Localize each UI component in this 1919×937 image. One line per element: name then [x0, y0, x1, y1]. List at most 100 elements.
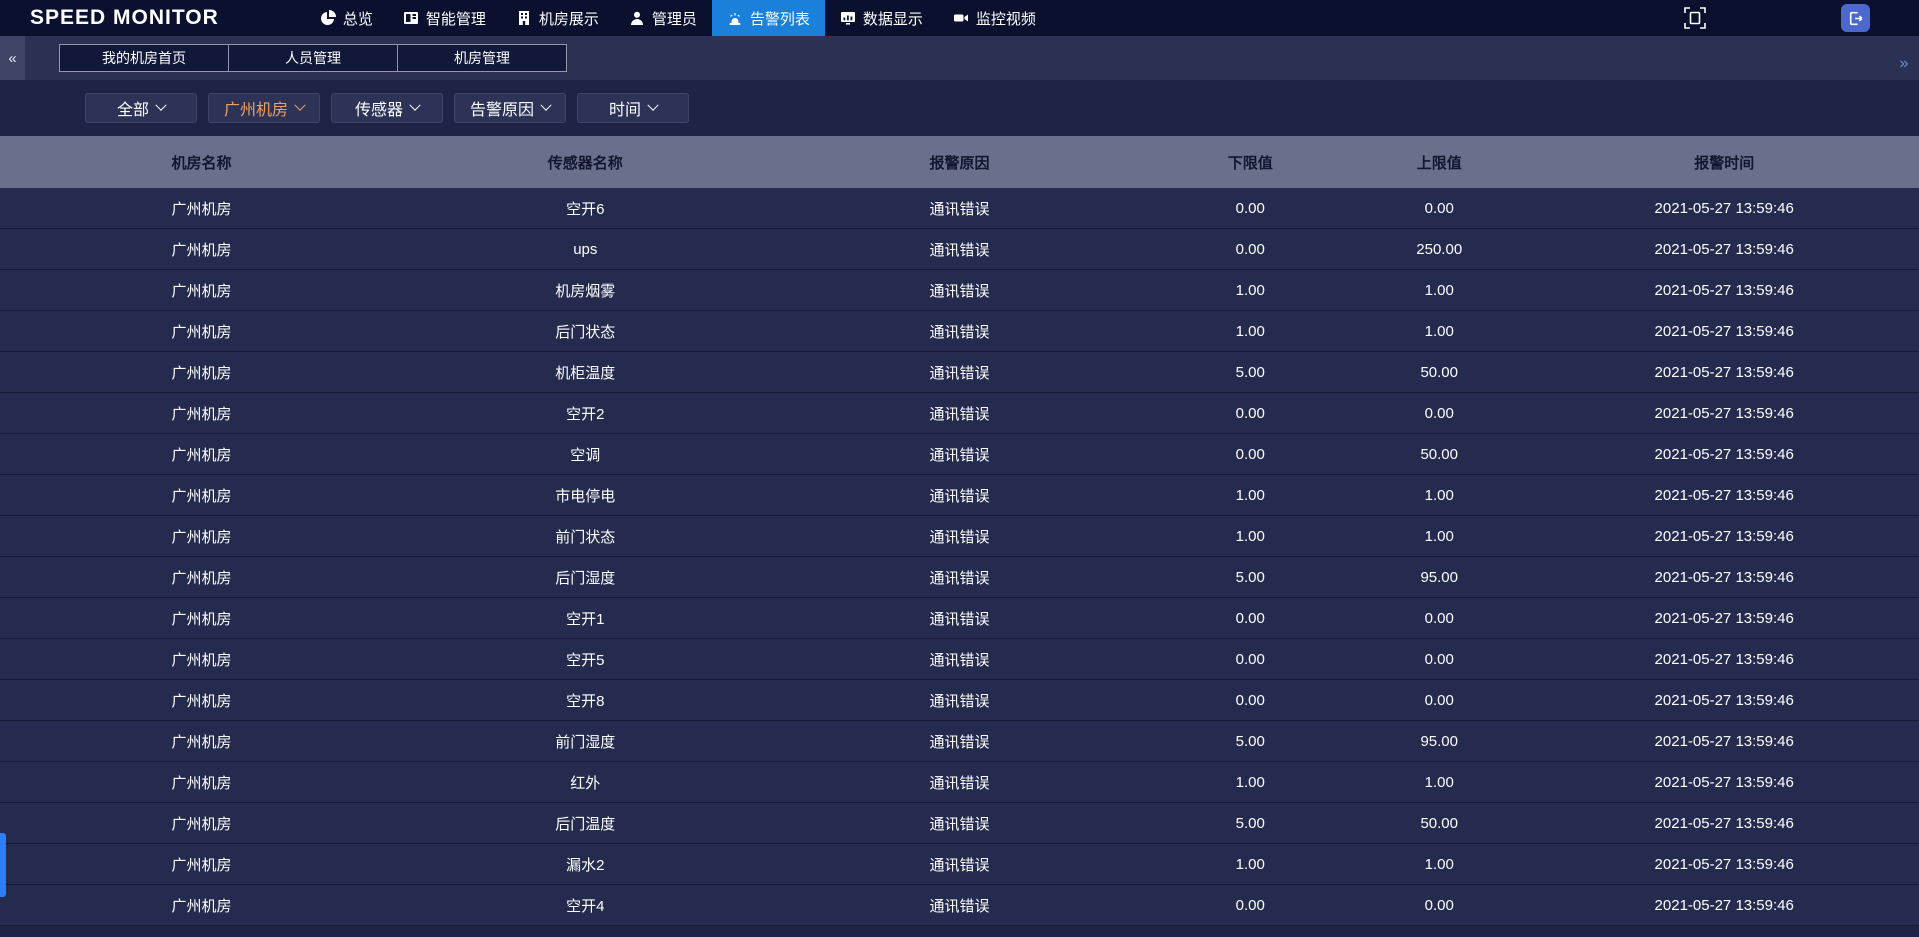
fullscreen-icon[interactable]: [1684, 7, 1706, 29]
table-cell: 2021-05-27 13:59:46: [1529, 569, 1919, 586]
table-cell: 广州机房: [0, 526, 403, 547]
filter-dropdown-sensor[interactable]: 传感器: [331, 93, 443, 123]
table-cell: 广州机房: [0, 731, 403, 752]
table-cell: 2021-05-27 13:59:46: [1529, 692, 1919, 709]
table-cell: 1.00: [1349, 323, 1529, 340]
table-cell: 2021-05-27 13:59:46: [1529, 323, 1919, 340]
table-cell: 1.00: [1349, 774, 1529, 791]
table-cell: 0.00: [1349, 610, 1529, 627]
table-cell: 2021-05-27 13:59:46: [1529, 446, 1919, 463]
table-cell: 广州机房: [0, 690, 403, 711]
content-area: 全部广州机房传感器告警原因时间 机房名称传感器名称报警原因下限值上限值报警时间 …: [0, 80, 1919, 926]
tab-staff-management[interactable]: 人员管理: [228, 44, 398, 72]
collapse-left-button[interactable]: «: [0, 36, 25, 80]
table-cell: 空开2: [403, 403, 768, 424]
chevron-down-icon: [155, 100, 166, 111]
table-cell: 广州机房: [0, 567, 403, 588]
pie-chart-icon: [320, 10, 336, 26]
left-drawer-handle[interactable]: [0, 833, 6, 897]
column-header: 上限值: [1349, 152, 1529, 173]
nav-item-label: 总览: [343, 8, 373, 29]
table-cell: 通讯错误: [768, 854, 1152, 875]
alarm-icon: [727, 10, 743, 26]
table-row: 广州机房前门湿度通讯错误5.0095.002021-05-27 13:59:46: [0, 721, 1919, 762]
table-cell: 2021-05-27 13:59:46: [1529, 241, 1919, 258]
filter-bar: 全部广州机房传感器告警原因 时间: [0, 80, 1919, 136]
collapse-right-button[interactable]: »: [1893, 52, 1915, 76]
table-cell: 0.00: [1151, 651, 1349, 668]
table-cell: 机柜温度: [403, 362, 768, 383]
logout-icon: [1847, 10, 1864, 27]
table-row: 广州机房后门状态通讯错误1.001.002021-05-27 13:59:46: [0, 311, 1919, 352]
table-cell: 2021-05-27 13:59:46: [1529, 282, 1919, 299]
table-row: 广州机房前门状态通讯错误1.001.002021-05-27 13:59:46: [0, 516, 1919, 557]
app-logo: SPEED MONITOR: [30, 6, 219, 30]
table-cell: 0.00: [1151, 610, 1349, 627]
table-cell: 0.00: [1349, 405, 1529, 422]
nav-item-administrator[interactable]: 管理员: [614, 0, 712, 36]
tab-bar: « 我的机房首页 人员管理机房管理 »: [0, 36, 1919, 80]
table-cell: 95.00: [1349, 569, 1529, 586]
table-row: 广州机房空开4通讯错误0.000.002021-05-27 13:59:46: [0, 885, 1919, 926]
table-cell: 0.00: [1151, 241, 1349, 258]
table-cell: 通讯错误: [768, 321, 1152, 342]
tab-room-management[interactable]: 机房管理: [397, 44, 567, 72]
table-cell: 5.00: [1151, 364, 1349, 381]
table-cell: 1.00: [1349, 856, 1529, 873]
table-cell: 0.00: [1151, 692, 1349, 709]
table-cell: 2021-05-27 13:59:46: [1529, 405, 1919, 422]
alarm-table: 机房名称传感器名称报警原因下限值上限值报警时间 广州机房空开6通讯错误0.000…: [0, 136, 1919, 926]
nav-item-room-display[interactable]: 机房展示: [501, 0, 614, 36]
table-cell: 通讯错误: [768, 690, 1152, 711]
table-cell: 前门状态: [403, 526, 768, 547]
logout-button[interactable]: [1841, 4, 1870, 32]
nav-item-data-display[interactable]: 数据显示: [825, 0, 938, 36]
tabs: 我的机房首页 人员管理机房管理: [60, 44, 567, 72]
nav-item-label: 告警列表: [750, 8, 810, 29]
table-cell: 50.00: [1349, 364, 1529, 381]
table-cell: ups: [403, 241, 768, 258]
table-cell: 通讯错误: [768, 772, 1152, 793]
table-cell: 空开8: [403, 690, 768, 711]
table-cell: 5.00: [1151, 733, 1349, 750]
filter-dropdown-room[interactable]: 广州机房: [208, 93, 320, 123]
table-cell: 漏水2: [403, 854, 768, 875]
nav-item-video-monitor[interactable]: 监控视频: [938, 0, 1051, 36]
filter-dropdown-all[interactable]: 全部: [85, 93, 197, 123]
nav-item-overview[interactable]: 总览: [305, 0, 388, 36]
table-cell: 通讯错误: [768, 649, 1152, 670]
table-cell: 2021-05-27 13:59:46: [1529, 815, 1919, 832]
table-cell: 前门湿度: [403, 731, 768, 752]
table-cell: 1.00: [1151, 282, 1349, 299]
filter-dropdown-time[interactable]: 时间: [577, 93, 689, 123]
table-cell: 2021-05-27 13:59:46: [1529, 774, 1919, 791]
chevron-down-icon: [540, 100, 551, 111]
filter-dropdown-alarm-reason[interactable]: 告警原因: [454, 93, 566, 123]
filter-label: 时间: [609, 96, 641, 120]
table-row: 广州机房后门温度通讯错误5.0050.002021-05-27 13:59:46: [0, 803, 1919, 844]
table-header-row: 机房名称传感器名称报警原因下限值上限值报警时间: [0, 136, 1919, 188]
table-cell: 2021-05-27 13:59:46: [1529, 651, 1919, 668]
tab-label: 我的机房首页: [102, 48, 186, 68]
table-cell: 0.00: [1151, 200, 1349, 217]
table-cell: 空开4: [403, 895, 768, 916]
topnav-right: [1659, 0, 1919, 36]
table-cell: 1.00: [1151, 856, 1349, 873]
nav-item-smart-management[interactable]: 智能管理: [388, 0, 501, 36]
table-cell: 广州机房: [0, 608, 403, 629]
table-cell: 广州机房: [0, 485, 403, 506]
table-cell: 2021-05-27 13:59:46: [1529, 487, 1919, 504]
table-row: 广州机房空开1通讯错误0.000.002021-05-27 13:59:46: [0, 598, 1919, 639]
table-cell: 1.00: [1151, 487, 1349, 504]
table-cell: 通讯错误: [768, 239, 1152, 260]
nav-item-label: 智能管理: [426, 8, 486, 29]
table-row: 广州机房市电停电通讯错误1.001.002021-05-27 13:59:46: [0, 475, 1919, 516]
table-cell: 通讯错误: [768, 608, 1152, 629]
table-cell: 后门温度: [403, 813, 768, 834]
nav-item-label: 机房展示: [539, 8, 599, 29]
table-row: 广州机房机房烟雾通讯错误1.001.002021-05-27 13:59:46: [0, 270, 1919, 311]
nav-item-alarm-list[interactable]: 告警列表: [712, 0, 825, 36]
tab-my-room-home[interactable]: 我的机房首页: [59, 44, 229, 72]
table-cell: 机房烟雾: [403, 280, 768, 301]
table-cell: 1.00: [1151, 323, 1349, 340]
